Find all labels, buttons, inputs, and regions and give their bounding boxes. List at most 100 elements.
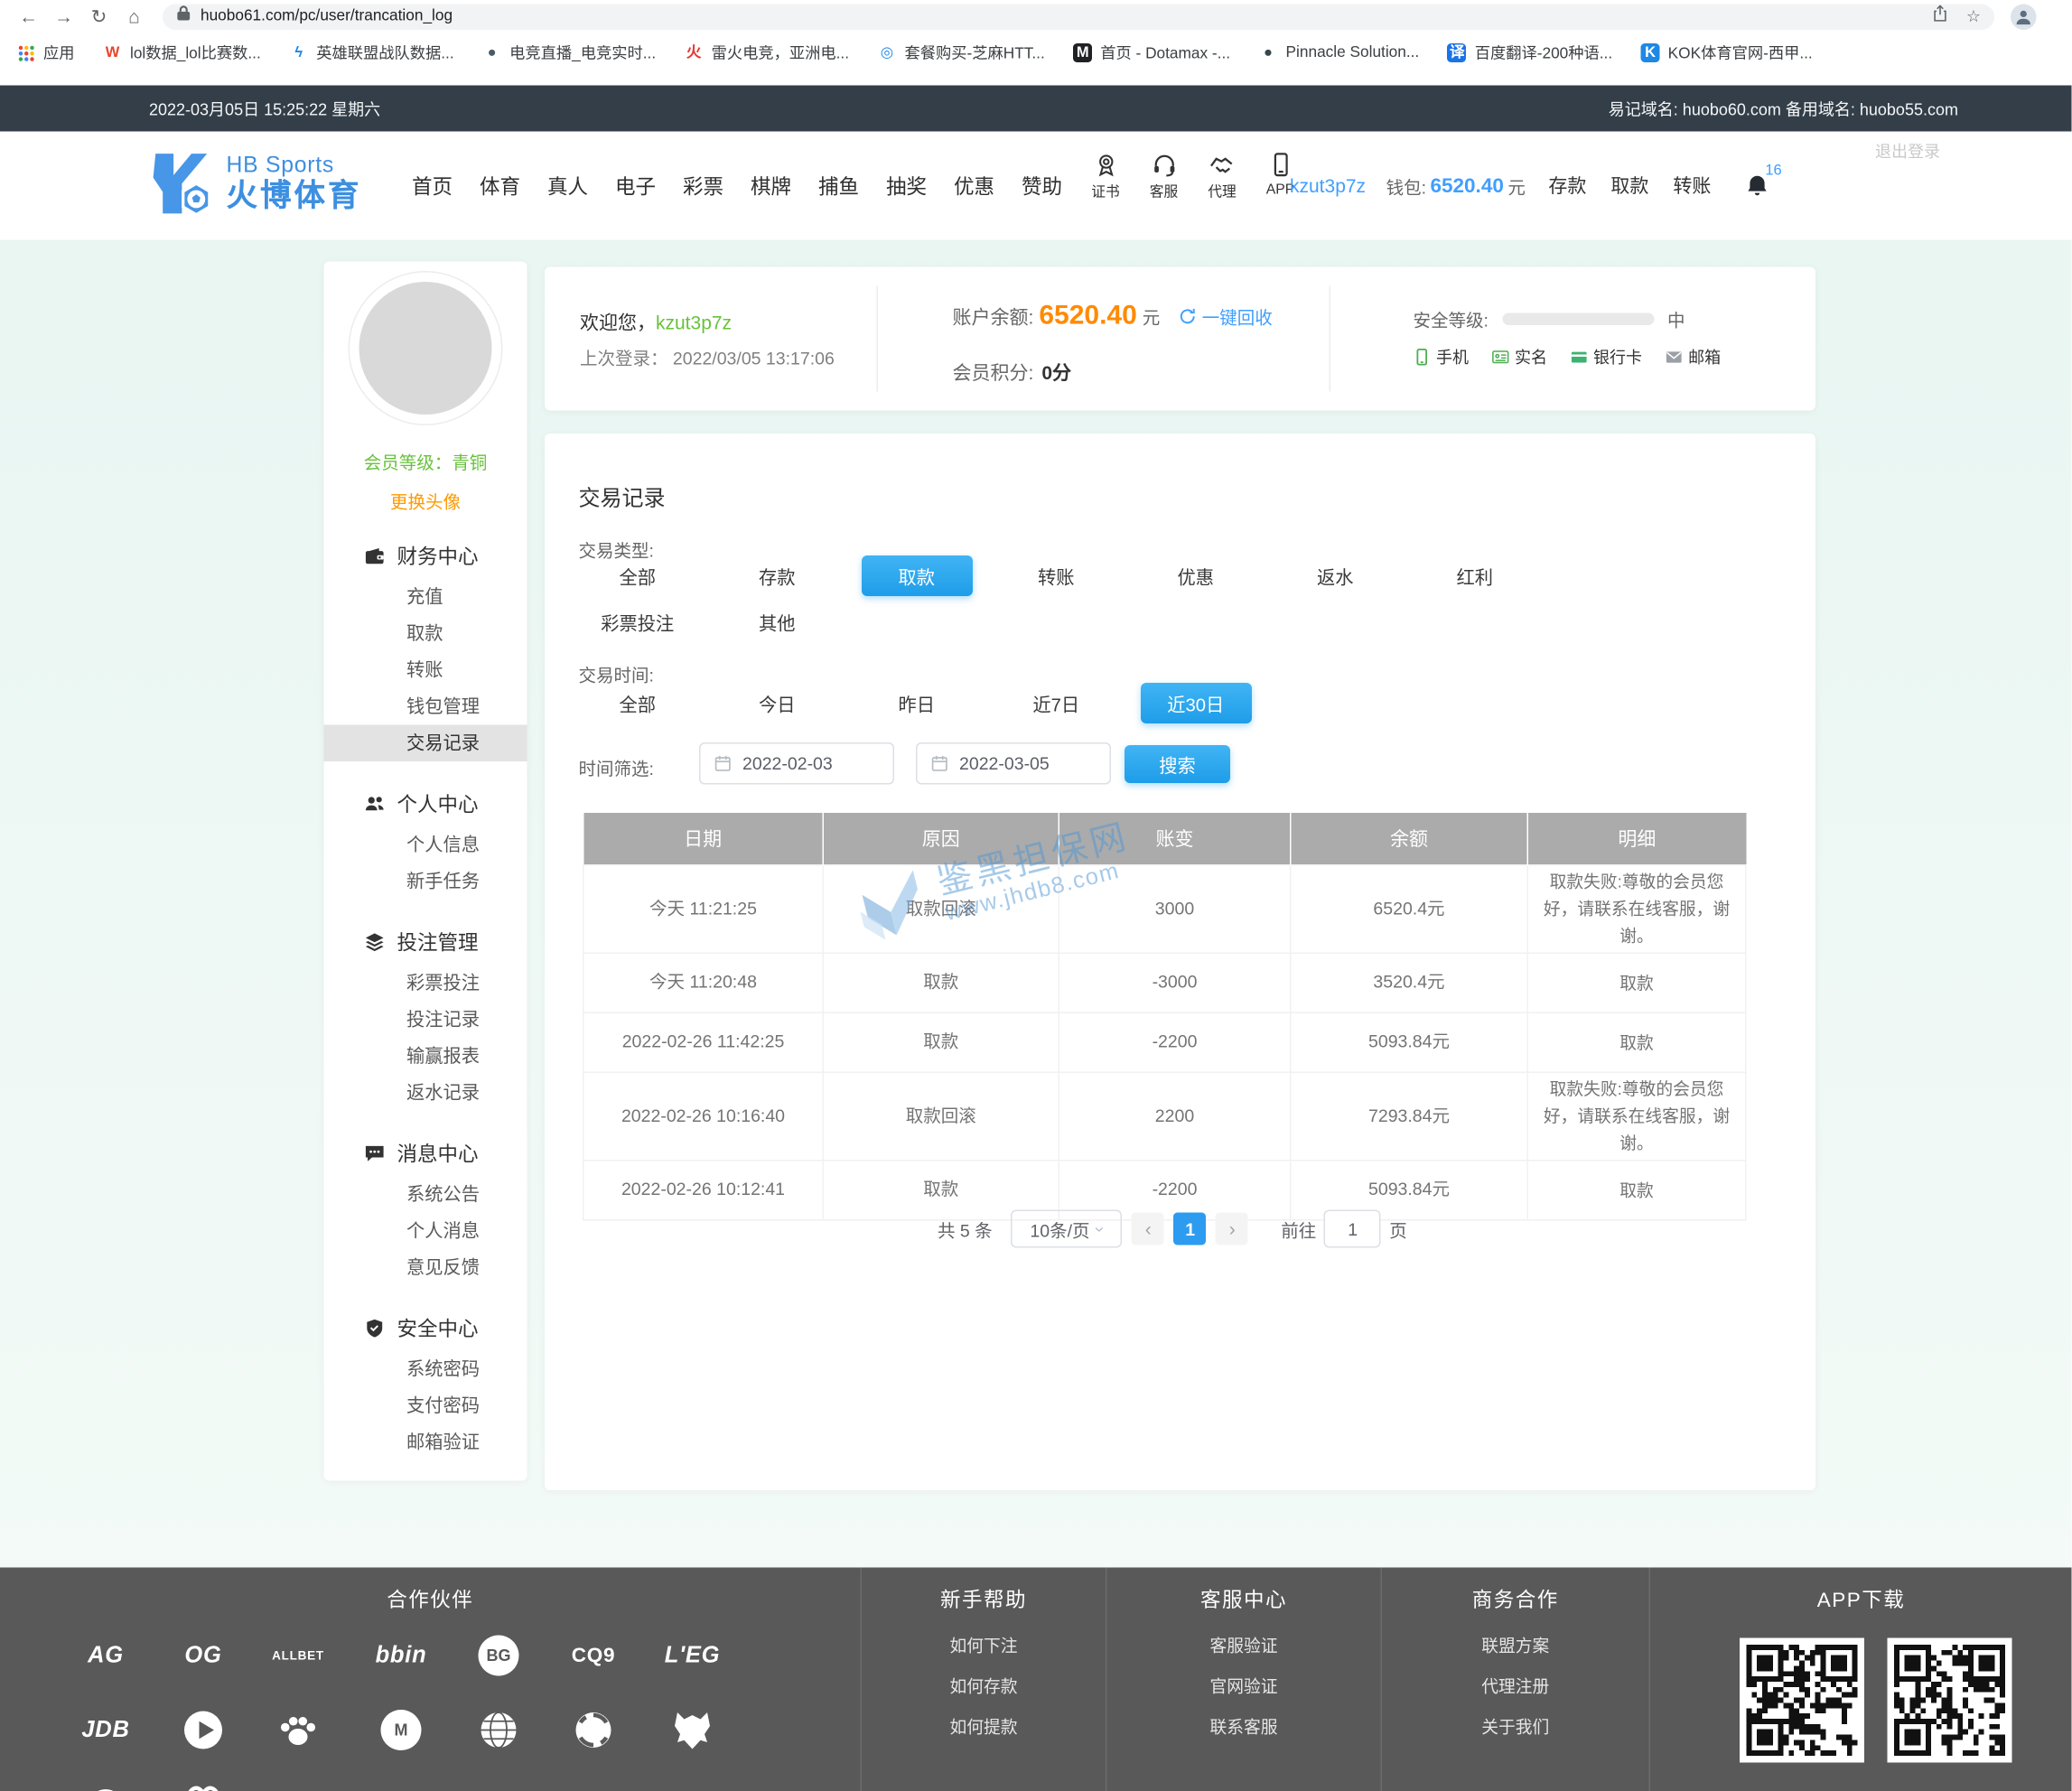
date-from-input[interactable]: 2022-02-03	[699, 742, 894, 785]
footer-link[interactable]: 联系客服	[1107, 1714, 1381, 1741]
sidebar-item[interactable]: 转账	[324, 652, 527, 689]
sidebar-item[interactable]: 个人消息	[324, 1213, 527, 1250]
footer-link[interactable]: 官网验证	[1107, 1674, 1381, 1701]
next-page-button[interactable]: ›	[1216, 1213, 1248, 1245]
nav-item[interactable]: 捕鱼	[818, 172, 859, 201]
nav-item[interactable]: 赞助	[1022, 172, 1062, 201]
logout-button[interactable]: 退出登录	[1875, 140, 1940, 163]
filter-chip[interactable]: 彩票投注	[568, 602, 708, 642]
site-logo[interactable]: HB Sports 火博体育	[144, 148, 362, 220]
filter-chip[interactable]: 红利	[1405, 555, 1545, 596]
sidebar-item[interactable]: 系统密码	[324, 1351, 527, 1388]
bookmark-item[interactable]: Wlol数据_lol比赛数...	[103, 42, 261, 64]
goto-page-input[interactable]	[1324, 1210, 1381, 1248]
filter-chip[interactable]: 优惠	[1126, 555, 1266, 596]
sidebar-item[interactable]: 支付密码	[324, 1387, 527, 1424]
bookmark-star-icon[interactable]: ☆	[1966, 7, 1981, 26]
bookmark-item[interactable]: 火雷火电竞，亚洲电...	[685, 42, 849, 64]
back-icon[interactable]: ←	[11, 3, 46, 30]
bookmark-item[interactable]: ◎套餐购买-芝麻HTT...	[878, 42, 1045, 64]
nav-item[interactable]: 首页	[412, 172, 453, 201]
bookmark-item[interactable]: ϟ英雄联盟战队数据...	[289, 42, 453, 64]
bookmark-item[interactable]: 译百度翻译-200种语...	[1448, 42, 1612, 64]
filter-chip[interactable]: 其他	[707, 602, 847, 642]
verification-邮箱[interactable]: 邮箱	[1666, 346, 1722, 369]
verification-银行卡[interactable]: 银行卡	[1571, 346, 1643, 369]
nav-tool-headset[interactable]: 客服	[1140, 152, 1189, 202]
nav-item[interactable]: 彩票	[683, 172, 723, 201]
footer-link[interactable]: 如何提款	[862, 1714, 1106, 1741]
forward-icon[interactable]: →	[46, 3, 81, 30]
home-icon[interactable]: ⌂	[117, 3, 152, 30]
table-cell: 取款失败:尊敬的会员您好，请联系在线客服，谢谢。	[1527, 865, 1746, 954]
nav-username[interactable]: kzut3p7z	[1290, 175, 1366, 197]
one-key-recycle-button[interactable]: 一键回收	[1179, 303, 1273, 330]
url-bar[interactable]: huobo61.com/pc/user/trancation_log ☆	[163, 4, 1994, 30]
filter-chip[interactable]: 全部	[568, 555, 708, 596]
sidebar-item[interactable]: 输赢报表	[324, 1038, 527, 1075]
sidebar-item[interactable]: 邮箱验证	[324, 1424, 527, 1461]
sidebar-item[interactable]: 新手任务	[324, 863, 527, 900]
nav-tool-agent[interactable]: 代理	[1198, 152, 1246, 202]
verification-实名[interactable]: 实名	[1492, 346, 1548, 369]
sidebar-item[interactable]: 意见反馈	[324, 1249, 527, 1286]
notifications-bell[interactable]: 16	[1745, 173, 1769, 198]
filter-chip[interactable]: 全部	[568, 683, 708, 723]
filter-chip[interactable]: 近30日	[1140, 683, 1251, 723]
filter-chip[interactable]: 取款	[861, 555, 972, 596]
sidebar-item[interactable]: 钱包管理	[324, 688, 527, 725]
nav-item[interactable]: 优惠	[954, 172, 994, 201]
nav-quick-link[interactable]: 存款	[1547, 173, 1588, 200]
prev-page-button[interactable]: ‹	[1132, 1213, 1164, 1245]
nav-item[interactable]: 体育	[480, 172, 520, 201]
sidebar-group-title[interactable]: 个人中心	[324, 780, 527, 826]
date-to-input[interactable]: 2022-03-05	[916, 742, 1111, 785]
nav-item[interactable]: 抽奖	[886, 172, 927, 201]
bookmark-item[interactable]: KKOK体育官网-西甲...	[1641, 42, 1813, 64]
bookmark-item[interactable]: 应用	[16, 42, 75, 64]
sidebar-item[interactable]: 交易记录	[324, 725, 527, 762]
footer-column: 客服中心客服验证官网验证联系客服	[1106, 1568, 1381, 1791]
sidebar-item[interactable]: 充值	[324, 579, 527, 616]
footer-link[interactable]: 关于我们	[1382, 1714, 1649, 1741]
sidebar-item[interactable]: 取款	[324, 615, 527, 652]
sidebar-group-title[interactable]: 财务中心	[324, 533, 527, 579]
page-size-select[interactable]: 10条/页 ›	[1012, 1210, 1123, 1248]
footer-link[interactable]: 联盟方案	[1382, 1633, 1649, 1660]
filter-chip[interactable]: 转账	[986, 555, 1126, 596]
reload-icon[interactable]: ↻	[81, 3, 117, 30]
filter-chip[interactable]: 近7日	[986, 683, 1126, 723]
nav-item[interactable]: 电子	[615, 172, 656, 201]
footer-link[interactable]: 如何下注	[862, 1633, 1106, 1660]
nav-quick-link[interactable]: 取款	[1610, 173, 1650, 200]
nav-item[interactable]: 棋牌	[751, 172, 791, 201]
share-icon[interactable]	[1931, 4, 1950, 30]
avatar[interactable]	[350, 273, 501, 424]
verification-手机[interactable]: 手机	[1414, 346, 1470, 369]
footer-link[interactable]: 代理注册	[1382, 1674, 1649, 1701]
bookmark-item[interactable]: ●Pinnacle Solution...	[1259, 43, 1420, 62]
browser-profile-avatar[interactable]	[2011, 4, 2037, 30]
filter-chip[interactable]: 返水	[1265, 555, 1405, 596]
bookmark-item[interactable]: ●电竞直播_电竞实时...	[482, 42, 656, 64]
filter-chip[interactable]: 存款	[707, 555, 847, 596]
sidebar-group-title[interactable]: 安全中心	[324, 1305, 527, 1351]
sidebar-group-title[interactable]: 投注管理	[324, 919, 527, 965]
sidebar-item[interactable]: 返水记录	[324, 1075, 527, 1112]
filter-chip[interactable]: 昨日	[847, 683, 987, 723]
footer-link[interactable]: 如何存款	[862, 1674, 1106, 1701]
nav-tool-cert[interactable]: 证书	[1081, 152, 1130, 202]
sidebar-item[interactable]: 系统公告	[324, 1176, 527, 1213]
sidebar-item[interactable]: 个人信息	[324, 826, 527, 863]
bookmark-item[interactable]: M首页 - Dotamax -...	[1073, 42, 1230, 64]
search-button[interactable]: 搜索	[1125, 744, 1230, 782]
change-avatar-link[interactable]: 更换头像	[324, 488, 527, 514]
nav-quick-link[interactable]: 转账	[1672, 173, 1713, 200]
nav-item[interactable]: 真人	[547, 172, 588, 201]
sidebar-item[interactable]: 彩票投注	[324, 965, 527, 1002]
page-number-button[interactable]: 1	[1174, 1213, 1207, 1245]
filter-chip[interactable]: 今日	[707, 683, 847, 723]
footer-link[interactable]: 客服验证	[1107, 1633, 1381, 1660]
sidebar-item[interactable]: 投注记录	[324, 1002, 527, 1039]
sidebar-group-title[interactable]: 消息中心	[324, 1130, 527, 1176]
